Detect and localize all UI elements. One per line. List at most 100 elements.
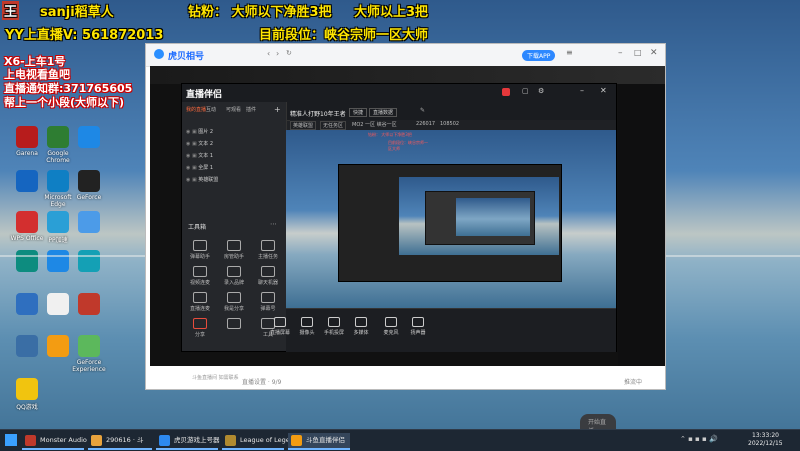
desktop-icon[interactable] [69,250,109,274]
tool-label: 我是分享 [224,306,245,312]
visibility-icon[interactable]: ◉ ▣ [186,177,198,183]
control-icon [301,317,313,327]
desktop-icon[interactable]: GeForce [69,170,109,201]
taskbar-app[interactable]: League of Legends [222,433,301,450]
desktop-icon[interactable] [69,211,109,235]
tool-label: 直播连麦 [190,306,211,312]
desktop-icon[interactable]: QQ游戏 [7,378,47,411]
nested-window-2 [425,191,535,245]
tool-icon [227,240,241,251]
desktop-icon-label: GeForce [76,194,102,201]
visibility-icon[interactable]: ◉ ▣ [186,165,198,171]
layer-label: 全屏 1 [198,165,214,171]
tool-label: 弹幕助手 [190,254,211,260]
tools-more-icon[interactable]: ⋯ [270,220,277,228]
nested-broadcaster [338,164,562,282]
tabs-add-icon[interactable]: + [274,105,281,114]
window-min-icon[interactable]: – [580,86,584,95]
visibility-icon[interactable]: ◉ ▣ [186,153,198,159]
control-button[interactable]: 多媒体 [346,317,376,336]
layer-row[interactable]: ◉ ▣ 文本 1 [186,152,213,159]
control-icon [328,317,340,327]
desktop-icon[interactable] [69,293,109,317]
app-logo [154,49,164,59]
control-icon [385,317,397,327]
taskbar-app[interactable]: 斗鱼直播伴侣 [288,433,350,450]
control-label: 摄像头 [299,330,315,336]
minimize-button[interactable]: – [618,48,623,58]
tool-item[interactable]: 弹幕助手 [190,240,210,260]
refresh-icon[interactable]: ↻ [286,49,292,57]
desktop-icon-glyph [16,170,38,192]
room-status[interactable]: 直播数据 [369,108,398,117]
tool-item[interactable] [224,318,244,331]
tool-item[interactable]: 视频连麦 [190,266,210,286]
scene-tab[interactable]: 可观看 [226,106,241,113]
room-info-bar: 英雄联盟 无任务区 MO2 一区 峡谷一区 226017 108502 [290,120,616,130]
taskbar-app[interactable]: Monster Audio [22,433,87,450]
control-button[interactable]: 麦克风 [376,317,406,336]
menu-icon[interactable]: ≡ [566,48,573,57]
tool-item[interactable]: 分享 [190,318,210,338]
visibility-icon[interactable]: ◉ ▣ [186,141,198,147]
tool-icon [227,318,241,329]
control-button[interactable]: 扬声器 [403,317,433,336]
control-button[interactable]: 直播屏幕 [265,317,295,336]
overlay-rank-line1: 钻粉： 大师以下净胜3把 [188,5,332,20]
tool-item[interactable]: 弹幕号 [258,292,278,312]
settings-icon[interactable]: ⚙ [538,87,544,95]
scene-tab[interactable]: 我的直播 [186,106,206,113]
layer-row[interactable]: ◉ ▣ 图片 2 [186,128,213,135]
taskbar-app[interactable]: 虎贝游戏上号器 [156,433,220,450]
tool-label: 视频连麦 [190,280,211,286]
maximize-button[interactable]: □ [634,48,642,57]
desktop-icon-label: PP加速 [48,237,68,244]
download-app-button[interactable]: 下载APP [522,50,556,61]
layer-label: 英雄联盟 [198,177,219,183]
tool-item[interactable]: 我是分享 [224,292,244,312]
tool-icon [227,266,241,277]
scene-tabs: 我的直播 互动 可观看 插件 [186,106,286,116]
preview-overlay-line2: 目前段位：峡谷宗师一区大师 [388,140,428,151]
brand-logo: 直播伴侣 [186,90,223,100]
close-button[interactable]: ✕ [650,48,658,58]
room-category: 英雄联盟 [290,121,317,130]
taskbar-app[interactable]: 290616 · 斗 [88,433,152,450]
layer-list: ◉ ▣ 图片 2 ◉ ▣ 文本 2 ◉ ▣ 文本 1 ◉ ▣ 全屏 1 ◉ ▣ 英雄联盟 [182,118,286,198]
control-label: 多媒体 [353,330,369,336]
tool-item[interactable]: 主播任务 [258,240,278,260]
tool-label: 聊天机器 [258,280,279,286]
broadcaster-window: 直播伴侣 精准人打野10年王者 快捷 直播数据 ✎ ▢ ⚙ – ✕ 英雄联盟 无… [181,83,617,438]
nav-forward-icon[interactable]: › [276,49,279,58]
layer-row[interactable]: ◉ ▣ 文本 2 [186,140,213,147]
layer-row[interactable]: ◉ ▣ 英雄联盟 [186,176,218,183]
clock-time: 13:33:20 [752,432,779,439]
edit-icon[interactable]: ✎ [420,107,425,114]
start-button[interactable] [5,434,17,446]
nav-back-icon[interactable]: ‹ [267,49,270,58]
tool-item[interactable]: 直播连麦 [190,292,210,312]
desktop-icon-glyph [16,293,38,315]
window-close-icon[interactable]: ✕ [600,86,607,95]
chat-icon[interactable]: ▢ [522,87,529,95]
room-id: MO2 一区 峡谷一区 [352,122,397,128]
tool-item[interactable]: 聊天机器 [258,266,278,286]
tool-label: 录入品牌 [224,280,245,286]
overlay-rank-icon: 王 [2,1,20,20]
tool-item[interactable]: 房管助手 [224,240,244,260]
room-tag[interactable]: 快捷 [349,108,368,117]
desktop-icon[interactable]: GeForce Experience [69,335,109,373]
clock-date: 2022/12/15 [748,440,783,447]
scene-tab[interactable]: 互动 [206,106,216,113]
desktop-icon-label: QQ游戏 [16,404,38,411]
tool-item[interactable]: 录入品牌 [224,266,244,286]
visibility-icon[interactable]: ◉ ▣ [186,129,198,135]
desktop-icon[interactable] [69,126,109,150]
desktop-icon-glyph [78,335,100,357]
scene-tab[interactable]: 插件 [246,106,256,113]
layer-row[interactable]: ◉ ▣ 全屏 1 [186,164,213,171]
control-button[interactable]: 手机投屏 [319,317,349,336]
control-button[interactable]: 摄像头 [292,317,322,336]
desktop-icon-glyph [47,211,69,233]
gift-icon[interactable] [502,88,510,96]
